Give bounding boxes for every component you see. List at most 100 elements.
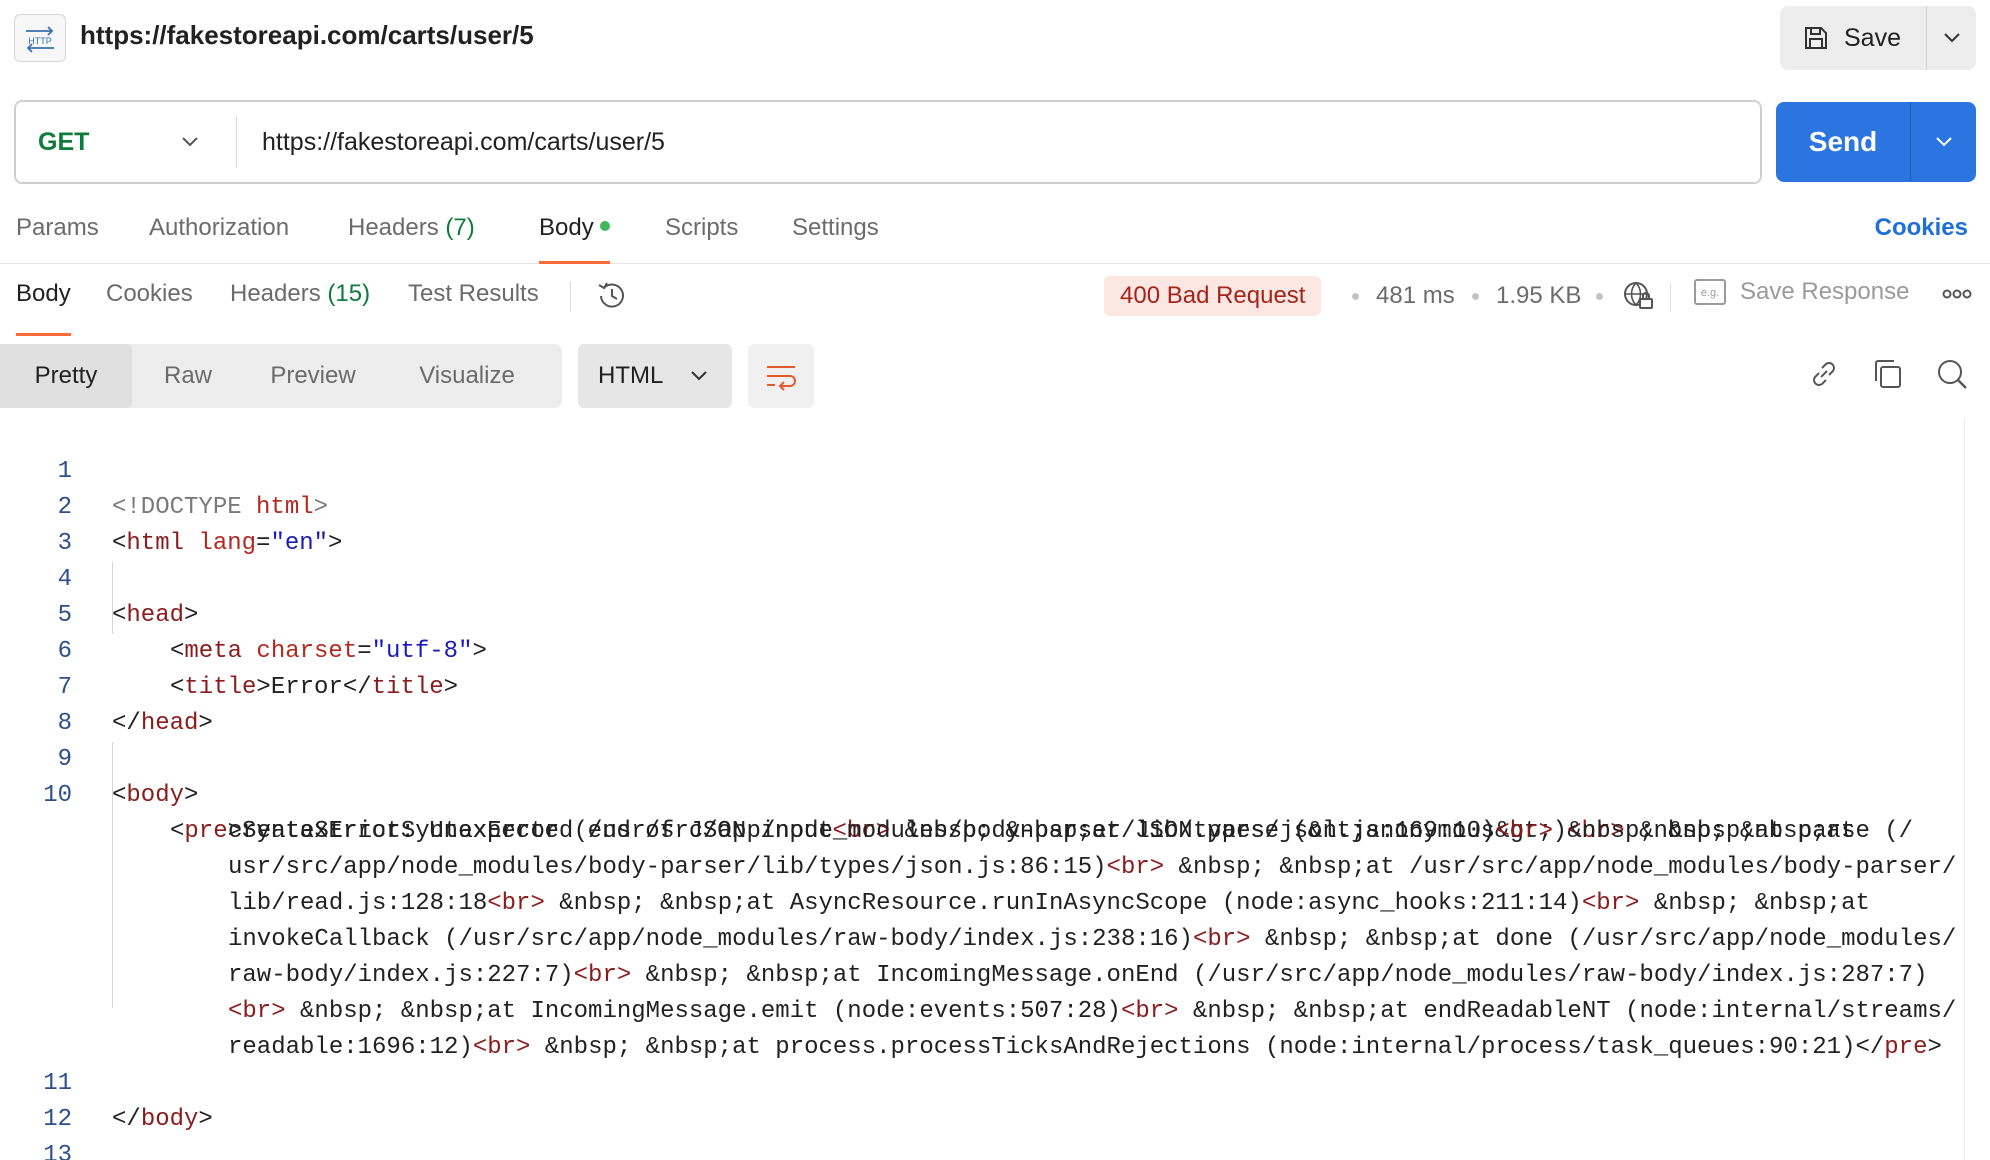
code-line-wrap: lib/read.js:128:18<br> &nbsp; &nbsp;at A… <box>0 850 1870 917</box>
code-line-wrap: usr/src/app/node_modules/body-parser/lib… <box>0 814 1956 881</box>
cookies-link[interactable]: Cookies <box>1875 214 1968 242</box>
search-icon[interactable] <box>1934 356 1970 392</box>
copy-icon[interactable] <box>1870 356 1906 392</box>
attr-name: lang <box>198 530 257 557</box>
save-options-dropdown[interactable] <box>1926 6 1976 70</box>
code-token: < <box>170 818 185 845</box>
tab-headers-label: Headers <box>348 214 439 241</box>
punct: > <box>198 710 213 737</box>
doctype-open: <!DOCTYPE <box>112 494 257 521</box>
request-title[interactable]: https://fakestoreapi.com/carts/user/5 <box>80 20 534 51</box>
divider <box>1670 284 1671 312</box>
code-token: invokeCallback (/usr/src/app/node_module… <box>228 926 1193 953</box>
wrap-lines-icon <box>767 366 796 391</box>
tag-name: html <box>126 530 185 557</box>
divider <box>236 116 237 168</box>
chevron-down-icon[interactable] <box>180 128 200 156</box>
code-line: 7 </head> <box>0 634 213 737</box>
punct: > <box>472 638 487 665</box>
chevron-down-icon <box>691 371 707 381</box>
send-button-group: Send <box>1776 102 1976 182</box>
code-line: 2 <html lang="en"> <box>0 454 343 557</box>
response-tab-body[interactable]: Body <box>16 280 71 336</box>
code-text-wrap: createStrictSyntaxError (/usr/src/app/no… <box>228 814 1913 850</box>
tag-name: <br> <box>228 998 286 1025</box>
format-visualize[interactable]: Visualize <box>382 344 552 408</box>
code-line-wrap: <br> &nbsp; &nbsp;at IncomingMessage.emi… <box>0 958 1956 1025</box>
response-body-editor[interactable]: 1 <!DOCTYPE html> 2 <html lang="en"> 3 4… <box>0 418 1990 1160</box>
punct: = <box>357 638 372 665</box>
separator-dot <box>1472 293 1479 300</box>
http-request-icon: HTTP <box>14 14 66 62</box>
code-text-wrap: readable:1696:12)<br> &nbsp; &nbsp;at pr… <box>228 1030 1942 1066</box>
tag-name: <br> <box>573 962 632 989</box>
code-token: &nbsp; &nbsp;at IncomingMessage.emit (no… <box>285 998 1121 1025</box>
code-text-wrap: raw-body/index.js:227:7)<br> &nbsp; &nbs… <box>228 958 1927 994</box>
punct: < <box>170 638 185 665</box>
tag-name: <br> <box>1495 818 1554 845</box>
response-tab-headers-label: Headers <box>230 280 321 307</box>
tag-name: <br> <box>472 1034 531 1061</box>
text-content: Error <box>270 674 343 701</box>
more-options-icon[interactable] <box>1942 288 1972 300</box>
punct: < <box>112 530 127 557</box>
response-time[interactable]: 481 ms <box>1376 282 1455 310</box>
network-globe-lock-icon[interactable] <box>1620 278 1656 314</box>
separator-dot <box>1596 293 1603 300</box>
code-line-wrap: raw-body/index.js:227:7)<br> &nbsp; &nbs… <box>0 922 1927 989</box>
code-token: readable:1696:12) <box>228 1034 473 1061</box>
send-button[interactable]: Send <box>1776 102 1910 182</box>
format-pretty[interactable]: Pretty <box>0 344 132 408</box>
tab-scripts[interactable]: Scripts <box>665 214 738 264</box>
divider <box>570 282 571 312</box>
headers-count: (7) <box>445 214 475 241</box>
code-line: 1 <!DOCTYPE html> <box>0 418 328 521</box>
tab-body[interactable]: Body <box>539 214 610 264</box>
punct: > <box>184 602 199 629</box>
tab-headers[interactable]: Headers (7) <box>348 214 475 264</box>
send-options-dropdown[interactable] <box>1910 102 1976 182</box>
format-raw[interactable]: Raw <box>132 344 244 408</box>
attr-value: "en" <box>270 530 329 557</box>
code-line: 12 <box>0 1066 72 1133</box>
punct: < <box>170 674 185 701</box>
punct: </ <box>342 674 372 701</box>
tab-authorization[interactable]: Authorization <box>149 214 289 264</box>
method-select[interactable]: GET <box>38 102 89 182</box>
tab-settings[interactable]: Settings <box>792 214 879 264</box>
code-line: 6 <title>Error</title> <box>0 598 458 701</box>
status-badge[interactable]: 400 Bad Request <box>1104 276 1322 316</box>
response-tab-test-results[interactable]: Test Results <box>408 280 539 330</box>
tag-name: <br> <box>1192 926 1251 953</box>
code-token: > <box>1927 1034 1942 1061</box>
code-text-wrap: usr/src/app/node_modules/body-parser/lib… <box>228 850 1956 886</box>
response-size[interactable]: 1.95 KB <box>1496 282 1581 310</box>
save-button-group: Save <box>1780 6 1976 70</box>
tag-name: title <box>184 674 257 701</box>
code-text: </head> <box>112 706 213 742</box>
code-token: &nbsp; &nbsp;at parse (/ <box>1553 818 1914 845</box>
history-icon[interactable] <box>594 278 630 314</box>
link-icon[interactable] <box>1806 356 1842 392</box>
save-response-button[interactable]: e.g. Save Response <box>1694 278 1909 306</box>
punct: < <box>112 602 127 629</box>
punct: = <box>256 530 271 557</box>
code-token: &nbsp; &nbsp;at IncomingMessage.onEnd (/… <box>631 962 1928 989</box>
line-number: 13 <box>43 1142 72 1160</box>
code-line: 5 <meta charset="utf-8"> <box>0 562 487 665</box>
request-header: HTTP https://fakestoreapi.com/carts/user… <box>0 0 1990 76</box>
response-tab-headers[interactable]: Headers (15) <box>230 280 370 330</box>
language-select[interactable]: HTML <box>578 344 732 408</box>
svg-text:e.g.: e.g. <box>1701 287 1719 299</box>
response-headers-count: (15) <box>327 280 371 307</box>
format-preview[interactable]: Preview <box>244 344 382 408</box>
save-button[interactable]: Save <box>1780 6 1926 70</box>
tab-params[interactable]: Params <box>16 214 99 264</box>
code-token: createStrictSyntaxError (/usr/src/app/no… <box>228 818 1496 845</box>
tag-name: <br> <box>1581 890 1640 917</box>
response-tab-cookies[interactable]: Cookies <box>106 280 193 330</box>
wrap-lines-button[interactable] <box>748 344 814 408</box>
code-token: &nbsp; &nbsp;at endReadableNT (node:inte… <box>1178 998 1957 1025</box>
url-input[interactable] <box>262 102 1662 182</box>
editor-scrollbar[interactable] <box>1964 418 1990 1160</box>
